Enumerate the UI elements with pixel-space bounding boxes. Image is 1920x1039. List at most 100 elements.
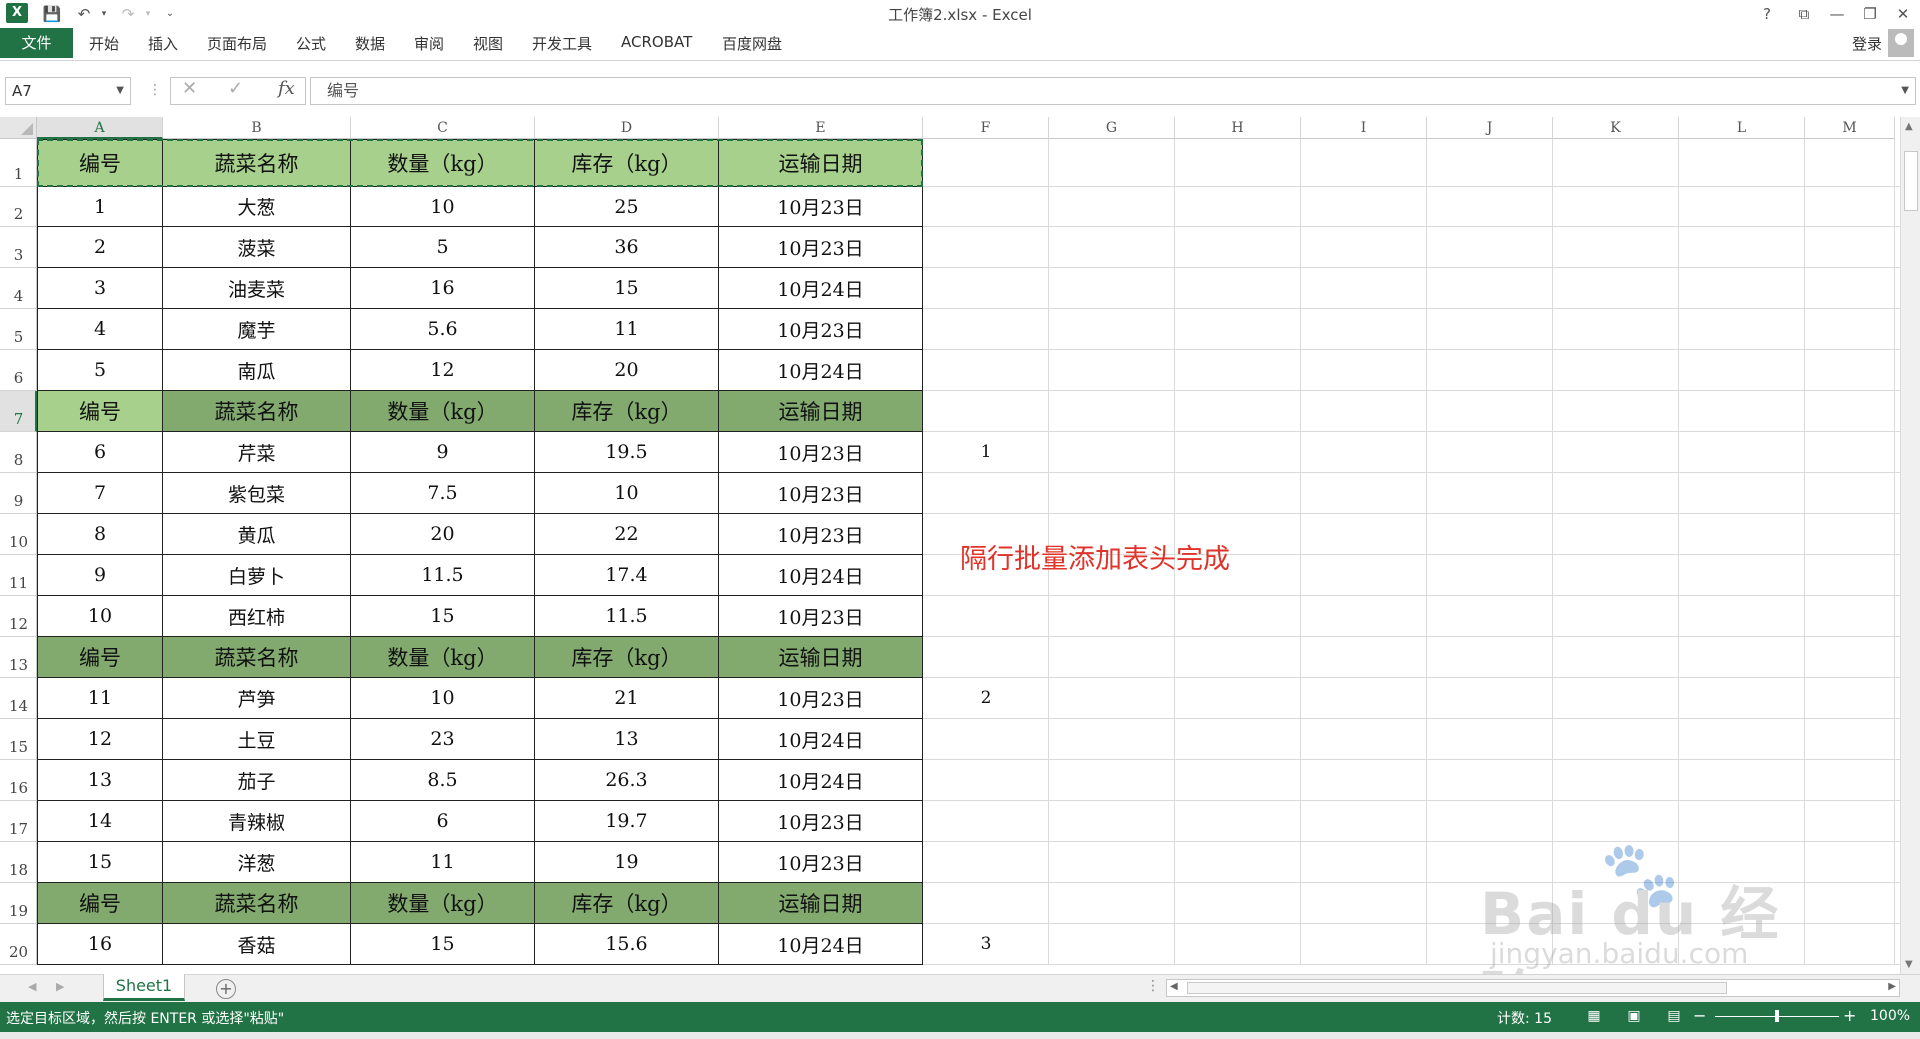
table-cell[interactable]: 10月24日 [719, 760, 923, 801]
row-header-14[interactable]: 14 [0, 678, 37, 719]
table-cell[interactable]: 10月23日 [719, 596, 923, 637]
table-cell[interactable]: 13 [535, 719, 719, 760]
scroll-left-icon[interactable]: ◀ [1170, 981, 1178, 992]
table-cell[interactable]: 10月23日 [719, 842, 923, 883]
table-cell[interactable]: 芹菜 [163, 432, 351, 473]
table-cell[interactable]: 17.4 [535, 555, 719, 596]
table-cell[interactable]: 10月24日 [719, 924, 923, 965]
table-cell[interactable]: 10月24日 [719, 719, 923, 760]
table-cell[interactable]: 22 [535, 514, 719, 555]
scroll-up-icon[interactable]: ▲ [1905, 121, 1913, 132]
tab-page-layout[interactable]: 页面布局 [207, 33, 267, 54]
tab-insert[interactable]: 插入 [148, 33, 178, 54]
table-cell[interactable]: 白萝卜 [163, 555, 351, 596]
table-cell[interactable]: 11 [351, 842, 535, 883]
table-cell[interactable]: 10 [535, 473, 719, 514]
table-cell[interactable]: 20 [535, 350, 719, 391]
column-header-c[interactable]: C [351, 117, 535, 139]
header-cell[interactable]: 数量（kg） [351, 637, 535, 678]
column-header-e[interactable]: E [719, 117, 923, 139]
table-cell[interactable]: 21 [535, 678, 719, 719]
table-cell[interactable]: 16 [37, 924, 163, 965]
row-header-13[interactable]: 13 [0, 637, 37, 678]
row-header-12[interactable]: 12 [0, 596, 37, 637]
header-cell[interactable]: 蔬菜名称 [163, 637, 351, 678]
header-cell[interactable]: 编号 [37, 637, 163, 678]
table-cell[interactable]: 15 [37, 842, 163, 883]
table-cell[interactable]: 南瓜 [163, 350, 351, 391]
table-cell[interactable]: 10月23日 [719, 309, 923, 350]
table-cell[interactable]: 10 [351, 187, 535, 227]
table-cell[interactable]: 土豆 [163, 719, 351, 760]
table-cell[interactable]: 10 [351, 678, 535, 719]
header-cell[interactable]: 数量（kg） [351, 139, 535, 187]
sheet-tab-sheet1[interactable]: Sheet1 [103, 974, 185, 1001]
header-cell[interactable]: 库存（kg） [535, 883, 719, 924]
table-cell[interactable]: 10月24日 [719, 350, 923, 391]
column-header-k[interactable]: K [1553, 117, 1679, 139]
column-f-value[interactable]: 1 [923, 442, 1049, 462]
table-cell[interactable]: 13 [37, 760, 163, 801]
table-cell[interactable]: 香菇 [163, 924, 351, 965]
table-cell[interactable]: 5 [37, 350, 163, 391]
tab-acrobat[interactable]: ACROBAT [621, 33, 692, 51]
table-cell[interactable]: 14 [37, 801, 163, 842]
tab-formulas[interactable]: 公式 [296, 33, 326, 54]
help-icon[interactable]: ? [1752, 2, 1782, 26]
table-cell[interactable]: 6 [351, 801, 535, 842]
table-cell[interactable]: 20 [351, 514, 535, 555]
table-cell[interactable]: 9 [37, 555, 163, 596]
table-cell[interactable]: 10月24日 [719, 555, 923, 596]
row-header-7[interactable]: 7 [0, 391, 37, 432]
table-cell[interactable]: 9 [351, 432, 535, 473]
table-cell[interactable]: 10 [37, 596, 163, 637]
tab-file[interactable]: 文件 [0, 28, 73, 58]
column-header-h[interactable]: H [1175, 117, 1301, 139]
zoom-in-icon[interactable]: + [1843, 1006, 1856, 1025]
insert-function-icon[interactable]: fx [278, 78, 295, 99]
scroll-right-icon[interactable]: ▶ [1888, 981, 1896, 992]
table-cell[interactable]: 10月23日 [719, 801, 923, 842]
expand-formula-icon[interactable]: ▼ [1901, 78, 1909, 104]
chevron-down-icon[interactable]: ▼ [116, 78, 124, 104]
header-cell[interactable]: 编号 [37, 883, 163, 924]
row-header-10[interactable]: 10 [0, 514, 37, 555]
header-cell[interactable]: 蔬菜名称 [163, 139, 351, 187]
header-cell[interactable]: 运输日期 [719, 391, 923, 432]
tab-review[interactable]: 审阅 [414, 33, 444, 54]
table-cell[interactable]: 16 [351, 268, 535, 309]
column-header-b[interactable]: B [163, 117, 351, 139]
avatar[interactable] [1888, 29, 1914, 57]
column-header-a[interactable]: A [37, 117, 163, 139]
table-cell[interactable]: 15.6 [535, 924, 719, 965]
table-cell[interactable]: 芦笋 [163, 678, 351, 719]
header-cell[interactable]: 数量（kg） [351, 883, 535, 924]
table-cell[interactable]: 菠菜 [163, 227, 351, 268]
normal-view-icon[interactable]: ▦ [1585, 1007, 1603, 1025]
zoom-slider-thumb[interactable] [1775, 1010, 1779, 1022]
ribbon-display-icon[interactable]: ⧉ [1789, 2, 1819, 26]
table-cell[interactable]: 1 [37, 187, 163, 227]
table-cell[interactable]: 11.5 [351, 555, 535, 596]
table-cell[interactable]: 4 [37, 309, 163, 350]
table-cell[interactable]: 5 [351, 227, 535, 268]
row-header-16[interactable]: 16 [0, 760, 37, 801]
table-cell[interactable]: 11.5 [535, 596, 719, 637]
table-cell[interactable]: 19.7 [535, 801, 719, 842]
header-cell[interactable]: 库存（kg） [535, 637, 719, 678]
next-sheet-icon[interactable]: ▶ [56, 980, 64, 993]
table-cell[interactable]: 11 [535, 309, 719, 350]
zoom-out-icon[interactable]: − [1693, 1006, 1706, 1025]
table-cell[interactable]: 3 [37, 268, 163, 309]
header-cell[interactable]: 数量（kg） [351, 391, 535, 432]
formula-input[interactable]: 编号 ▼ [310, 77, 1916, 105]
header-cell[interactable]: 运输日期 [719, 637, 923, 678]
table-cell[interactable]: 大葱 [163, 187, 351, 227]
table-cell[interactable]: 黄瓜 [163, 514, 351, 555]
login-link[interactable]: 登录 [1852, 33, 1882, 54]
worksheet-grid[interactable]: ABCDEFGHIJKLM 1 2 3 4 5 6 7 8 9 10 11 12 13 14 15 16 17 1… [0, 117, 1920, 974]
table-cell[interactable]: 10月23日 [719, 678, 923, 719]
vertical-scroll-thumb[interactable] [1904, 151, 1918, 211]
row-header-18[interactable]: 18 [0, 842, 37, 883]
row-header-20[interactable]: 20 [0, 924, 37, 965]
